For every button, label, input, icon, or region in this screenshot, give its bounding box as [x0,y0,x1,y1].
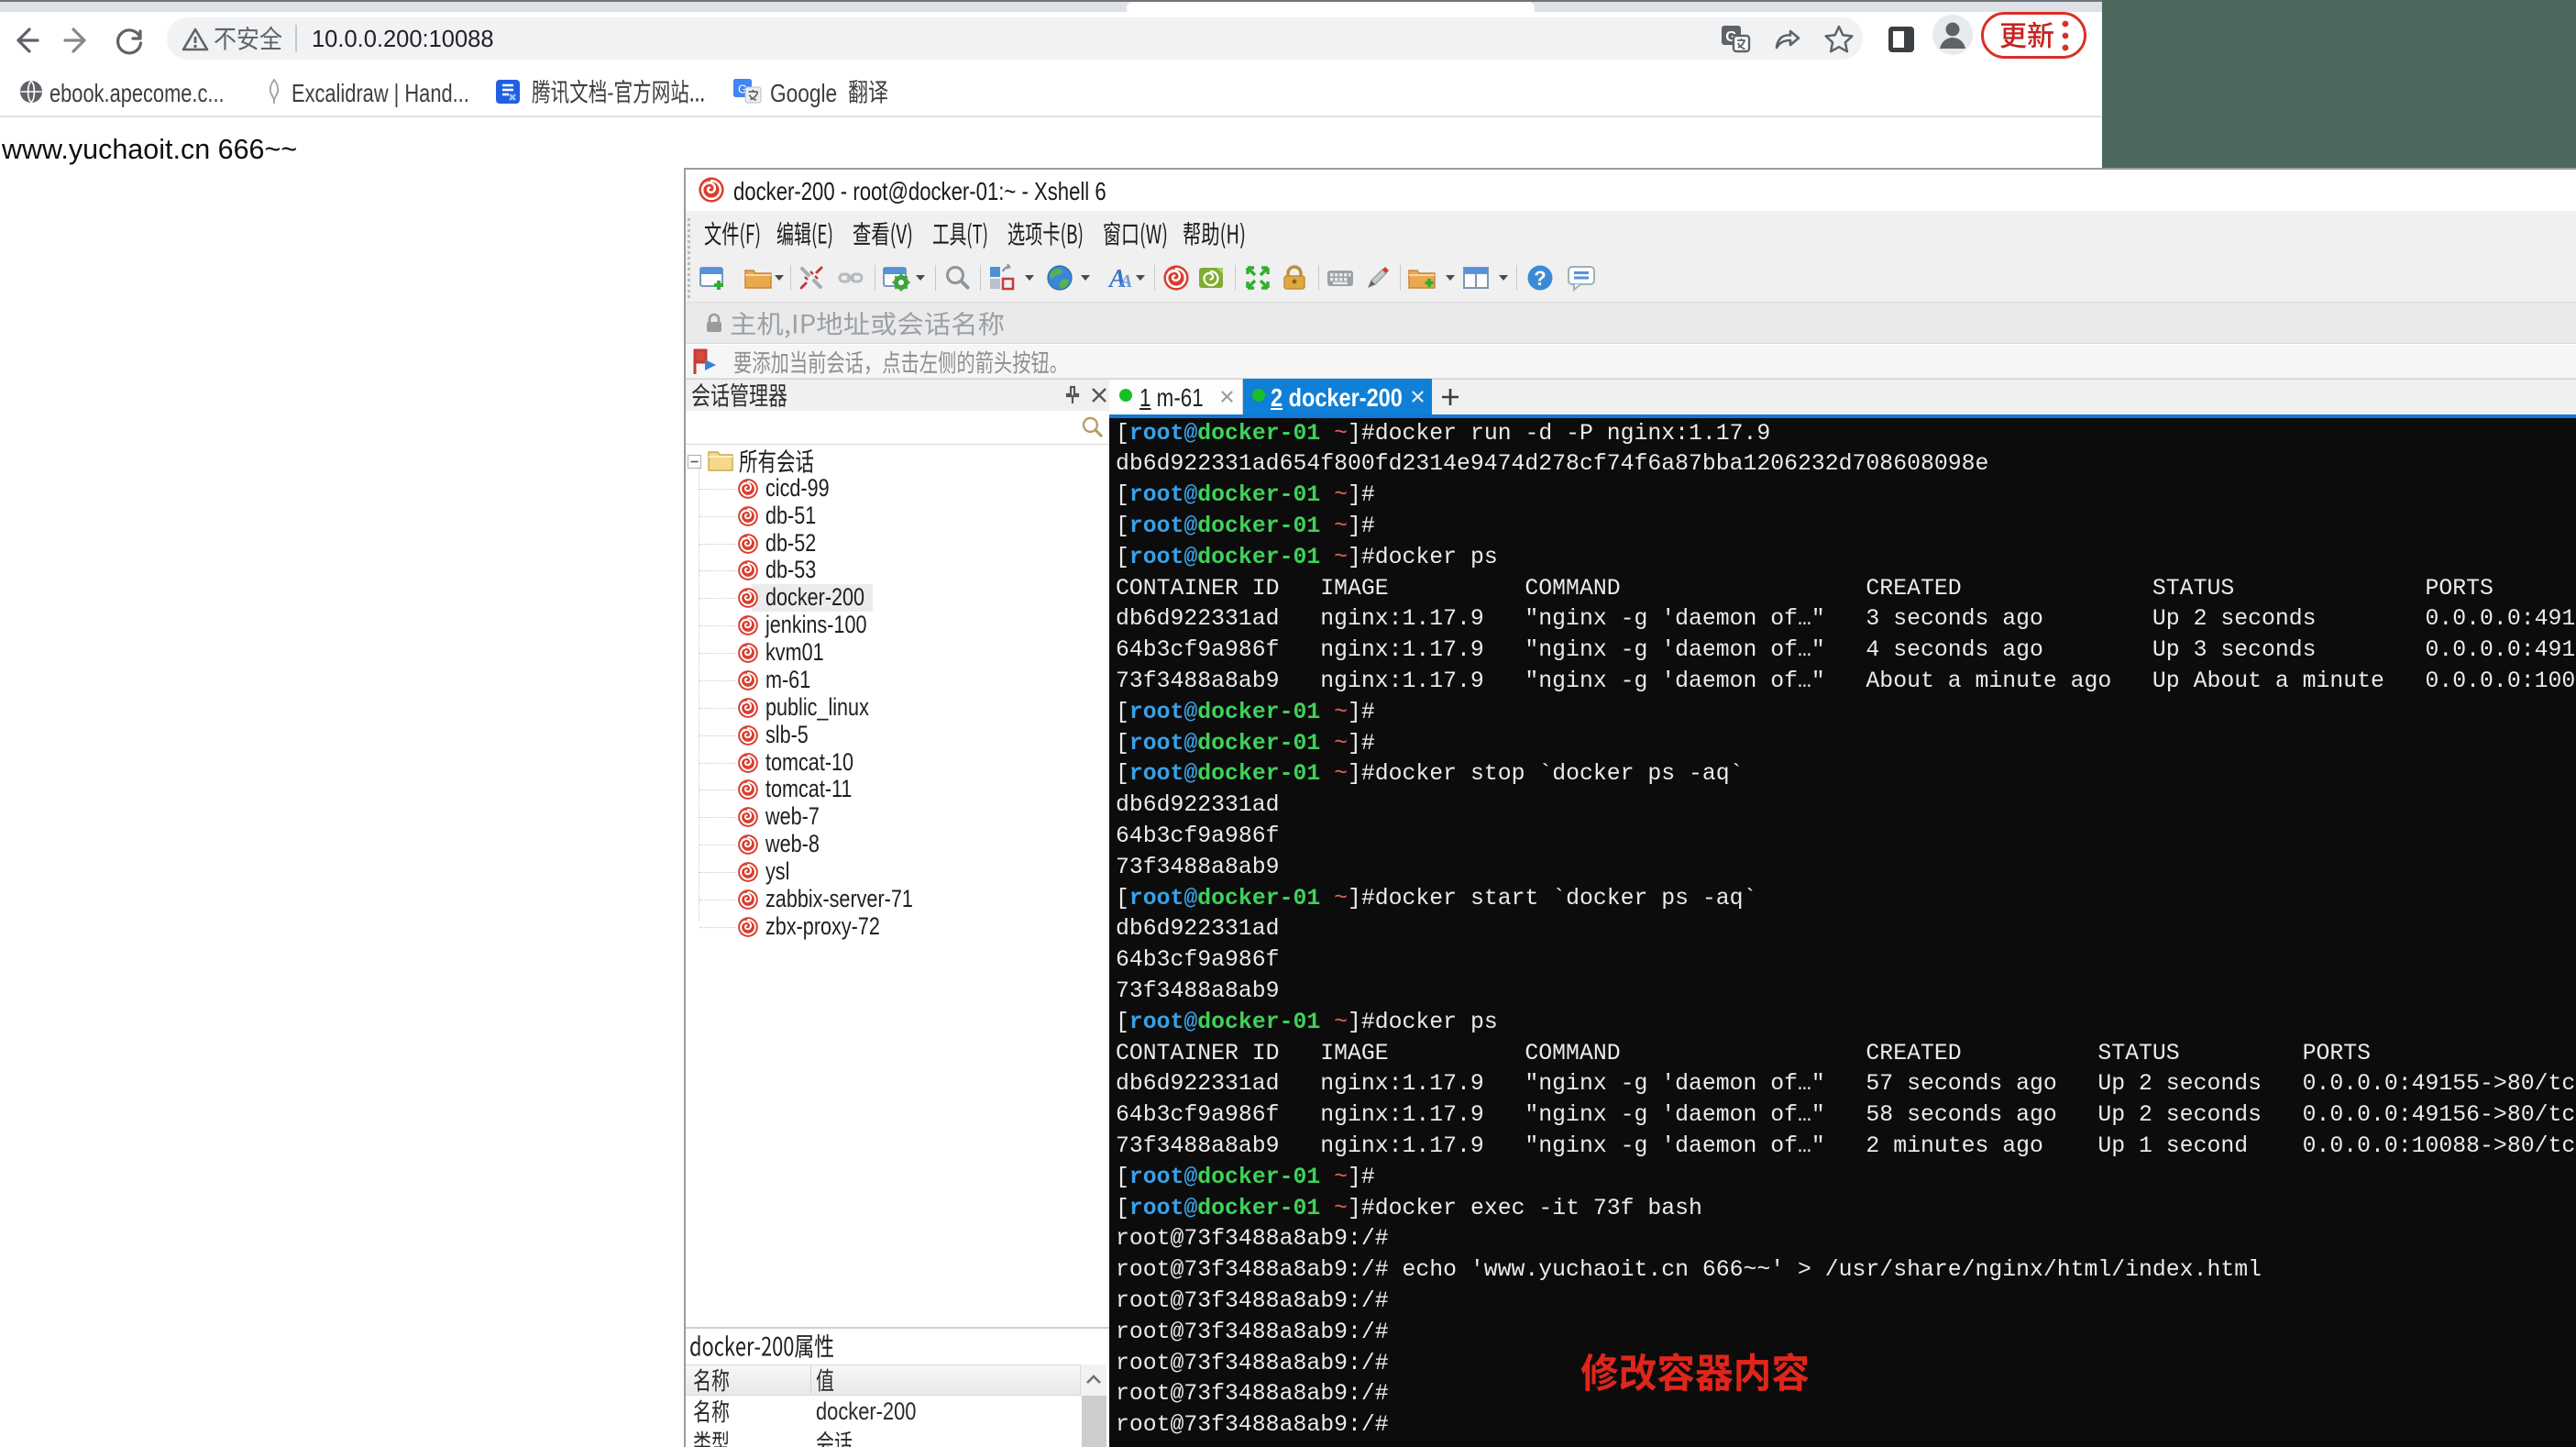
svg-text:A: A [1118,271,1132,292]
svg-text:?: ? [1534,267,1546,290]
